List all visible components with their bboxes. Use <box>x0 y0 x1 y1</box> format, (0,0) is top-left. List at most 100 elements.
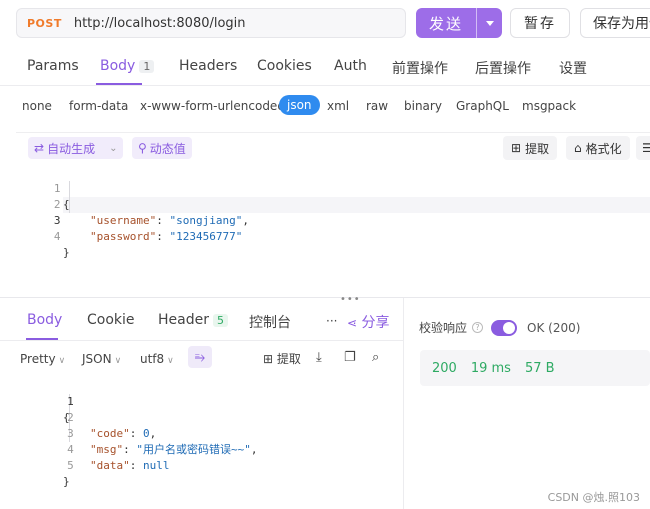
method-select[interactable]: POST <box>27 17 62 30</box>
code-line: 5 } <box>8 442 74 488</box>
chevron-down-icon: ∨ <box>114 356 122 366</box>
resp-tab-header-label: Header <box>158 312 209 328</box>
line-number: 5 <box>67 459 74 472</box>
tab-post-processors[interactable]: 后置操作 <box>475 58 531 78</box>
url-input[interactable]: http://localhost:8080/login <box>74 16 246 31</box>
send-button[interactable]: 发送 <box>416 8 502 38</box>
json-key: "password" <box>90 230 157 243</box>
tab-params[interactable]: Params <box>27 58 79 74</box>
extract-icon: ⊞ <box>263 352 274 366</box>
response-panel: Body Cookie Header 5 控制台 ··· ⋖ 分享 Pretty ∨… <box>0 298 404 509</box>
dynamic-value-button[interactable]: ⚲ 动态值 <box>132 137 192 159</box>
auto-generate-button[interactable]: ⇄ 自动生成 ⌄ <box>28 137 124 159</box>
chevron-down-icon: ∨ <box>58 356 66 366</box>
code-line: 4 "data": null <box>8 426 169 472</box>
resp-tab-body[interactable]: Body <box>27 312 62 328</box>
line-number: 3 <box>67 427 74 440</box>
pretty-label: Pretty <box>20 352 56 366</box>
tab-active-indicator <box>96 83 142 85</box>
swap-icon: ⇄ <box>34 141 45 155</box>
resp-header-badge: 5 <box>212 314 228 327</box>
save-button[interactable]: 暂存 <box>510 8 570 38</box>
code-text: } <box>63 246 70 259</box>
body-type-urlencoded[interactable]: x-www-form-urlencoded <box>140 99 285 113</box>
more-menu-icon[interactable]: ··· <box>326 314 337 328</box>
share-button[interactable]: ⋖ 分享 <box>347 312 390 332</box>
extract-button[interactable]: ⊞ 提取 <box>263 350 301 367</box>
json-value: 0 <box>143 427 150 440</box>
response-body-viewer[interactable]: 1 { 2 "code": 0, 3 "msg": "用户名或密码错误~~", … <box>8 378 404 488</box>
json-value: "用户名或密码错误~~" <box>136 443 251 456</box>
response-stats: 200 19 ms 57 B <box>420 350 650 386</box>
tab-cookies[interactable]: Cookies <box>257 58 312 74</box>
help-icon[interactable]: ? <box>472 322 484 333</box>
line-number: 3 <box>53 214 61 227</box>
format-label: 格式化 <box>585 141 622 156</box>
code-line: 3 "msg": "用户名或密码错误~~", <box>8 410 257 456</box>
validate-response: 校验响应 ? OK (200) <box>419 319 580 336</box>
json-key: "code" <box>90 427 130 440</box>
encoding-label: utf8 <box>140 352 165 366</box>
body-type-raw[interactable]: raw <box>366 99 388 113</box>
code-line: 2 "username": "songjiang", <box>8 181 249 227</box>
more-icon[interactable]: ☰ <box>636 136 650 160</box>
resp-tab-console[interactable]: 控制台 <box>249 312 291 332</box>
json-value: "songjiang" <box>169 214 243 227</box>
tab-body-badge: 1 <box>139 60 155 73</box>
tab-body[interactable]: Body 1 <box>100 58 155 74</box>
resp-tab-header[interactable]: Header 5 <box>158 312 228 328</box>
divider <box>0 340 404 341</box>
url-bar[interactable]: POST http://localhost:8080/login <box>16 8 406 38</box>
extract-button[interactable]: ⊞ 提取 <box>503 136 558 160</box>
line-number: 2 <box>67 411 74 424</box>
code-line: 3 "password": "123456777" <box>8 197 242 243</box>
copy-icon[interactable]: ❐ <box>344 350 356 365</box>
search-icon[interactable]: ⌕ <box>372 350 379 365</box>
tab-auth[interactable]: Auth <box>334 58 367 74</box>
wrap-lines-icon[interactable]: ⥱ <box>188 346 212 368</box>
body-type-binary[interactable]: binary <box>404 99 442 113</box>
body-type-graphql[interactable]: GraphQL <box>456 99 509 113</box>
send-options-caret[interactable] <box>477 20 502 26</box>
tab-settings[interactable]: 设置 <box>559 58 587 78</box>
body-type-xml[interactable]: xml <box>327 99 349 113</box>
line-number: 1 <box>67 395 74 408</box>
json-key: "username" <box>90 214 157 227</box>
auto-generate-label: 自动生成 <box>47 141 96 156</box>
tab-pre-processors[interactable]: 前置操作 <box>392 58 448 78</box>
code-punct: , <box>250 443 258 456</box>
body-type-form-data[interactable]: form-data <box>69 99 128 113</box>
line-number: 1 <box>53 182 61 195</box>
code-line: 1 { <box>8 165 70 211</box>
resp-tab-cookie[interactable]: Cookie <box>87 312 135 328</box>
code-line: 1 { <box>8 378 74 424</box>
tab-body-label: Body <box>100 58 136 74</box>
extract-label: 提取 <box>525 141 550 156</box>
response-time: 19 ms <box>470 360 511 376</box>
body-type-msgpack[interactable]: msgpack <box>522 99 576 113</box>
request-body-editor[interactable]: 1 { 2 "username": "songjiang", 3 "passwo… <box>8 165 650 295</box>
chevron-down-icon[interactable]: ⌄ <box>109 143 117 154</box>
chevron-down-icon <box>485 20 494 26</box>
body-type-json[interactable]: json <box>279 95 320 115</box>
download-icon[interactable]: ⤓ <box>316 350 322 365</box>
validate-label: 校验响应 <box>419 321 468 335</box>
format-button[interactable]: ⌂ 格式化 <box>566 136 630 160</box>
share-label: 分享 <box>361 315 390 331</box>
editor-toolbar: ⇄ 自动生成 ⌄ ⚲ 动态值 ⊞ 提取 ⌂ 格式化 ☰ <box>16 132 650 162</box>
wand-icon: ⚲ <box>138 141 147 155</box>
pretty-select[interactable]: Pretty ∨ <box>20 352 65 366</box>
json-select[interactable]: JSON ∨ <box>82 352 121 366</box>
save-as-case-button[interactable]: 保存为用例 <box>580 8 650 38</box>
validate-toggle[interactable] <box>491 319 518 336</box>
json-value: "123456777" <box>169 230 243 243</box>
encoding-select[interactable]: utf8 ∨ <box>140 352 174 366</box>
watermark: CSDN @烛.照103 <box>547 491 640 504</box>
dynamic-value-label: 动态值 <box>149 141 186 156</box>
json-label: JSON <box>82 352 112 366</box>
code-punct: , <box>242 214 249 227</box>
body-type-none[interactable]: none <box>22 99 52 113</box>
tab-headers[interactable]: Headers <box>179 58 237 74</box>
request-tabs: Params Body 1 Headers Cookies Auth 前置操作 后… <box>0 48 650 86</box>
json-key: "data" <box>90 459 130 472</box>
